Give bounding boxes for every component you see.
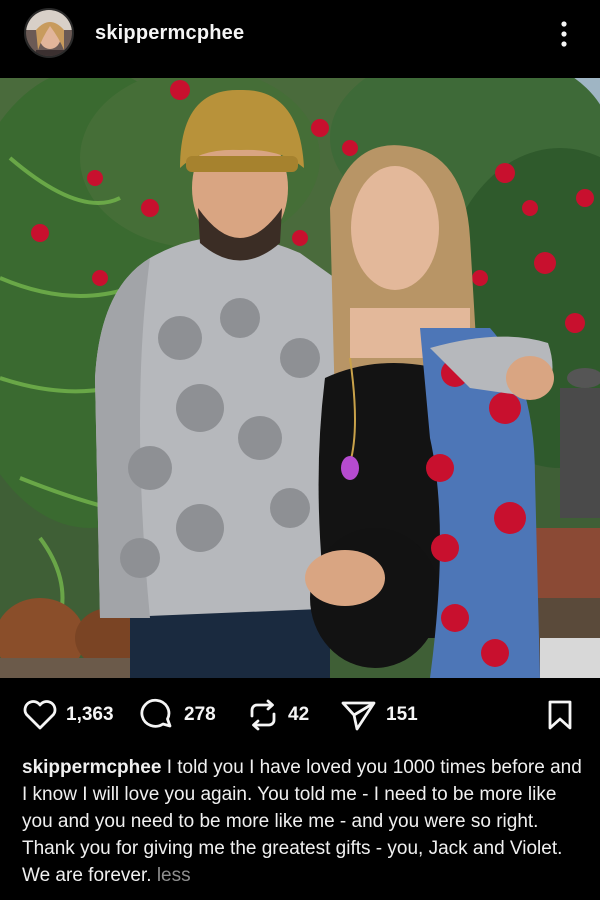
caption-username[interactable]: skippermcphee: [22, 757, 161, 778]
post-header: skippermcphee: [0, 0, 600, 70]
comment-icon: [140, 698, 172, 728]
avatar[interactable]: [24, 8, 74, 58]
comment-button[interactable]: 278: [140, 698, 216, 732]
more-options-button[interactable]: [552, 18, 576, 50]
repost-button[interactable]: 42: [246, 698, 309, 732]
send-icon: [341, 701, 376, 731]
caption-less-link[interactable]: less: [157, 865, 191, 886]
likes-count: 1,363: [66, 704, 114, 725]
post-actions: 1,363 278 42 151: [0, 692, 600, 738]
post-image[interactable]: [0, 78, 600, 678]
post-username[interactable]: skippermcphee: [95, 22, 244, 45]
save-button[interactable]: [544, 698, 576, 732]
heart-icon: [23, 700, 57, 730]
more-vertical-icon: [561, 21, 567, 47]
shares-count: 151: [386, 704, 418, 725]
share-button[interactable]: 151: [340, 698, 418, 732]
post-caption: skippermcphee I told you I have loved yo…: [22, 754, 582, 889]
repost-icon: [250, 699, 276, 731]
reposts-count: 42: [288, 704, 310, 725]
bookmark-icon: [548, 700, 572, 730]
like-button[interactable]: 1,363: [22, 698, 114, 732]
comments-count: 278: [184, 704, 216, 725]
